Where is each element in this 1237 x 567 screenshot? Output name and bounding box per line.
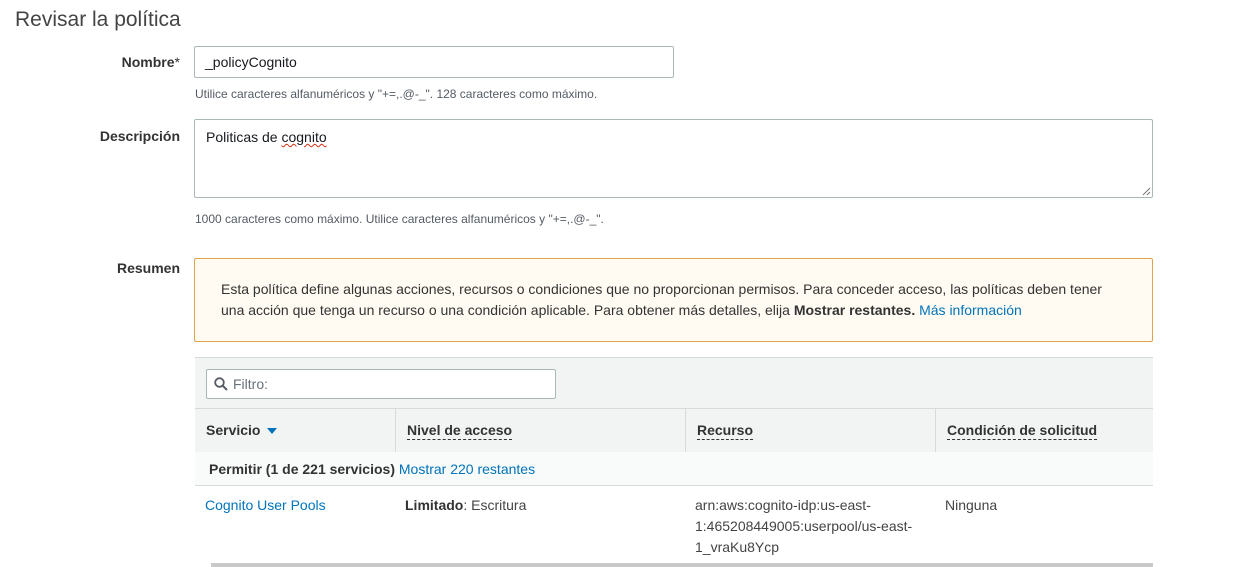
more-info-link[interactable]: Más información [919, 302, 1022, 318]
description-field[interactable]: Politicas de cognito [194, 119, 1153, 198]
summary-label: Resumen [116, 260, 180, 276]
service-link[interactable]: Cognito User Pools [205, 495, 326, 516]
column-header-request-condition[interactable]: Condición de solicitud [935, 409, 1153, 452]
description-label: Descripción [99, 128, 180, 144]
name-field[interactable]: _policyCognito [194, 46, 674, 78]
table-header: Servicio Nivel de acceso Recurso Condici… [195, 408, 1153, 453]
name-label: Nombre* [121, 54, 180, 70]
show-remaining-bold: Mostrar restantes. [793, 302, 916, 318]
table-row: Cognito User Pools Limitado: Escritura a… [195, 487, 1153, 563]
column-header-access-level[interactable]: Nivel de acceso [395, 409, 685, 452]
alert-line-1: Esta política define algunas acciones, r… [221, 281, 1102, 297]
required-mark: * [174, 54, 180, 70]
description-hint: 1000 caracteres como máximo. Utilice car… [195, 212, 604, 226]
alert-line-2: una acción que tenga un recurso o una co… [221, 302, 1022, 318]
filter-input[interactable]: Filtro: [206, 369, 556, 399]
resource-cell: arn:aws:cognito-idp:us-east- 1:465208449… [695, 497, 913, 555]
allow-group-label: Permitir (1 de 221 servicios) [209, 461, 395, 477]
misspelled-word: cognito [281, 129, 327, 145]
horizontal-scrollbar[interactable] [211, 563, 1153, 567]
show-remaining-link[interactable]: Mostrar 220 restantes [399, 461, 535, 477]
column-header-service[interactable]: Servicio [195, 409, 395, 452]
condition-cell: Ninguna [945, 497, 998, 513]
search-icon [214, 377, 228, 391]
access-level-cell: Limitado: Escritura [405, 497, 527, 513]
caret-down-icon [267, 428, 278, 435]
table-toolbar: Filtro: [195, 357, 1153, 409]
page-title: Revisar la política [15, 8, 181, 31]
allow-group-row: Permitir (1 de 221 servicios) Mostrar 22… [195, 452, 1153, 486]
summary-alert: Esta política define algunas acciones, r… [194, 258, 1153, 342]
name-hint: Utilice caracteres alfanuméricos y "+=,.… [195, 87, 598, 101]
resize-handle-icon[interactable] [1141, 186, 1151, 196]
column-header-resource[interactable]: Recurso [685, 409, 935, 452]
summary-table: Filtro: Servicio Nivel de acceso Recurso… [195, 357, 1153, 567]
